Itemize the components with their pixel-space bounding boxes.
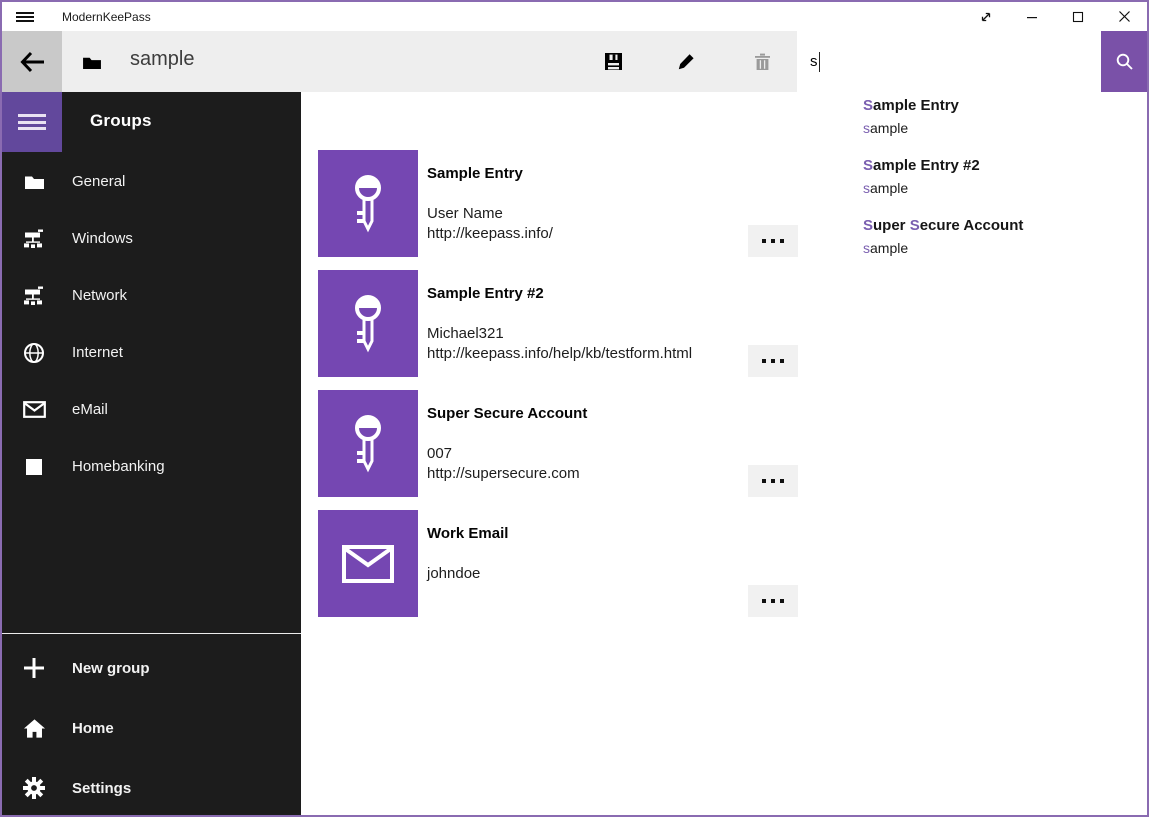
groups-header: Groups	[90, 111, 152, 131]
entry-tile	[318, 270, 418, 377]
sidebar-item-label: Windows	[72, 230, 133, 247]
database-folder-icon	[82, 54, 102, 70]
envelope-icon	[22, 398, 46, 422]
entry-title: Sample Entry	[427, 164, 523, 184]
sidebar-action-label: Settings	[72, 780, 131, 797]
caption-buttons	[963, 2, 1147, 31]
entry-username: 007	[427, 444, 452, 464]
entry-title: Sample Entry #2	[427, 284, 544, 304]
delete-trash-icon	[753, 52, 772, 71]
entry-url: http://keepass.info/	[427, 224, 553, 244]
key-icon	[346, 413, 390, 475]
edit-pencil-icon	[677, 52, 696, 71]
sidebar-item-windows[interactable]: Windows	[2, 210, 301, 267]
sidebar-item-homebanking[interactable]: Homebanking	[2, 438, 301, 495]
delete-button[interactable]	[738, 31, 786, 92]
envelope-icon	[342, 545, 394, 583]
text-caret	[819, 52, 820, 72]
entry-more-button[interactable]	[748, 465, 798, 497]
key-icon	[346, 173, 390, 235]
entry-row-sample-entry[interactable]: Sample Entry User Name http://keepass.in…	[318, 150, 798, 257]
sidebar-item-label: Homebanking	[72, 458, 165, 475]
entry-more-button[interactable]	[748, 585, 798, 617]
save-icon	[604, 52, 623, 71]
plus-icon	[22, 656, 46, 680]
network-icon	[22, 227, 46, 251]
titlebar-hamburger-button[interactable]	[2, 2, 48, 31]
search-suggestion-sample-entry-2[interactable]: Sample Entry #2 sample	[863, 156, 1143, 198]
search-suggestion-super-secure-account[interactable]: Super Secure Account sample	[863, 216, 1143, 258]
sidebar-action-label: New group	[72, 660, 150, 677]
home-icon	[22, 716, 46, 740]
entry-title: Work Email	[427, 524, 508, 544]
hamburger-icon	[18, 111, 46, 134]
new-group-button[interactable]: New group	[2, 637, 301, 699]
back-button[interactable]	[2, 31, 62, 92]
settings-button[interactable]: Settings	[2, 757, 301, 817]
maximize-button[interactable]	[1055, 2, 1101, 31]
back-arrow-icon	[17, 48, 47, 76]
close-icon	[1118, 10, 1131, 23]
sidebar-item-label: General	[72, 173, 125, 190]
search-input[interactable]: s	[797, 31, 1101, 92]
suggestion-subtitle: sample	[863, 178, 1143, 198]
entry-tile	[318, 390, 418, 497]
entry-tile	[318, 150, 418, 257]
sidebar: Groups General Windows	[2, 92, 301, 815]
sidebar-item-internet[interactable]: Internet	[2, 324, 301, 381]
sidebar-item-email[interactable]: eMail	[2, 381, 301, 438]
folder-icon	[22, 170, 46, 194]
square-icon	[22, 455, 46, 479]
app-bar: sample	[2, 31, 1147, 92]
search-input-value: s	[810, 53, 818, 70]
sidebar-item-general[interactable]: General	[2, 153, 301, 210]
suggestion-title: Super Secure Account	[863, 216, 1143, 236]
entry-username: User Name	[427, 204, 503, 224]
key-icon	[346, 293, 390, 355]
title-bar: ModernKeePass	[2, 2, 1147, 31]
maximize-icon	[1072, 11, 1084, 23]
magnifier-icon	[1115, 52, 1134, 71]
entry-title: Super Secure Account	[427, 404, 587, 424]
search-suggestion-sample-entry[interactable]: Sample Entry sample	[863, 96, 1143, 138]
globe-icon	[22, 341, 46, 365]
suggestion-subtitle: sample	[863, 118, 1143, 138]
fullscreen-icon	[978, 9, 994, 25]
sidebar-hamburger-button[interactable]	[2, 92, 62, 152]
minimize-button[interactable]	[1009, 2, 1055, 31]
entry-more-button[interactable]	[748, 345, 798, 377]
sidebar-item-network[interactable]: Network	[2, 267, 301, 324]
app-bar-background: sample	[2, 31, 797, 92]
database-title: sample	[130, 48, 194, 71]
suggestion-subtitle: sample	[863, 238, 1143, 258]
network-icon	[22, 284, 46, 308]
fullscreen-button[interactable]	[963, 2, 1009, 31]
entry-row-work-email[interactable]: Work Email johndoe	[318, 510, 798, 617]
entry-url: http://keepass.info/help/kb/testform.htm…	[427, 344, 692, 364]
sidebar-separator	[2, 633, 301, 634]
suggestion-title: Sample Entry	[863, 96, 1143, 116]
entry-url: http://supersecure.com	[427, 464, 580, 484]
home-button[interactable]: Home	[2, 697, 301, 759]
entry-row-sample-entry-2[interactable]: Sample Entry #2 Michael321 http://keepas…	[318, 270, 798, 377]
sidebar-item-label: eMail	[72, 401, 108, 418]
entry-row-super-secure-account[interactable]: Super Secure Account 007 http://supersec…	[318, 390, 798, 497]
sidebar-item-label: Network	[72, 287, 127, 304]
entry-tile	[318, 510, 418, 617]
sidebar-item-label: Internet	[72, 344, 123, 361]
save-button[interactable]	[589, 31, 637, 92]
entry-username: Michael321	[427, 324, 504, 344]
hamburger-icon	[16, 10, 34, 24]
search-button[interactable]	[1101, 31, 1147, 92]
gear-icon	[22, 776, 46, 800]
close-button[interactable]	[1101, 2, 1147, 31]
suggestion-title: Sample Entry #2	[863, 156, 1143, 176]
sidebar-action-label: Home	[72, 720, 114, 737]
app-window: ModernKeePass	[0, 0, 1149, 817]
minimize-icon	[1026, 11, 1038, 23]
app-title: ModernKeePass	[62, 10, 151, 24]
edit-button[interactable]	[662, 31, 710, 92]
entry-username: johndoe	[427, 564, 480, 584]
entry-more-button[interactable]	[748, 225, 798, 257]
